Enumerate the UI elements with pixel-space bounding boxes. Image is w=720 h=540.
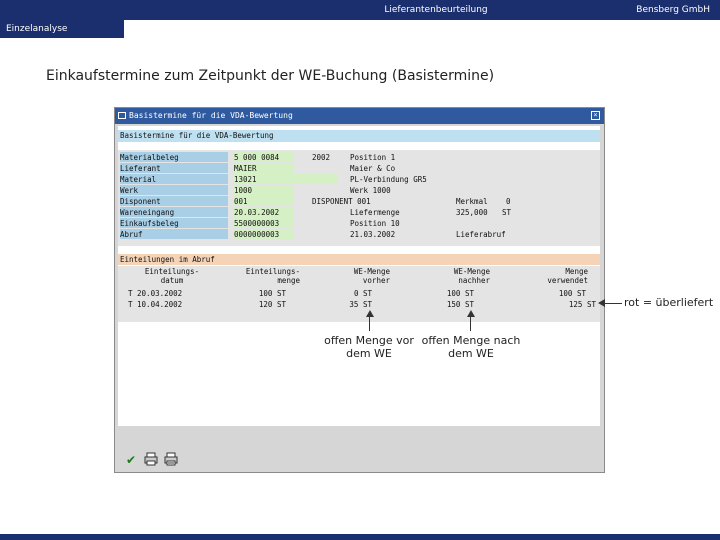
print-preview-icon[interactable]	[163, 452, 179, 468]
sap-toolbar: ✔	[118, 450, 600, 470]
field-label: Werk	[120, 185, 228, 195]
sap-window-titlebar: Basistermine für die VDA-Bewertung ×	[115, 108, 604, 124]
header-title: Lieferantenbeurteilung	[384, 5, 488, 15]
column-header: WE-Menge vorher	[353, 267, 390, 285]
field-extra: ST	[502, 208, 512, 217]
row-nachher: 150 ST	[446, 300, 474, 309]
field-label: Abruf	[120, 229, 228, 239]
sap-content: Basistermine für die VDA-Bewertung Mater…	[118, 126, 600, 426]
arrow-up-icon	[467, 310, 475, 317]
company-name: Bensberg GmbH	[636, 5, 710, 15]
field-extra: Merkmal	[456, 197, 488, 206]
field-row: Materialbeleg 5 000 0084 2002 Position 1	[118, 152, 600, 163]
field-row: Werk 1000 Werk 1000	[118, 185, 600, 196]
field-row: Material 13021 PL-Verbindung GR5	[118, 174, 600, 185]
section-title: Basistermine für die VDA-Bewertung	[118, 130, 600, 142]
field-extra: 0	[506, 197, 511, 206]
close-icon[interactable]: ×	[591, 111, 600, 120]
table-row[interactable]: T 10.04.2002 120 ST 35 ST 150 ST 125 ST	[118, 299, 600, 310]
field-row: Wareneingang 20.03.2002 Liefermenge 325,…	[118, 207, 600, 218]
field-label: Disponent	[120, 196, 228, 206]
field-value[interactable]: 5500000003	[234, 218, 294, 228]
row-datum: T 10.04.2002	[128, 300, 183, 309]
arrow-up-icon	[366, 310, 374, 317]
field-extra: Lieferabruf	[456, 230, 506, 239]
field-value[interactable]: 13021	[234, 174, 338, 184]
annotation-before: offen Menge vor dem WE	[324, 334, 414, 360]
field-extra: PL-Verbindung GR5	[350, 175, 427, 184]
field-label: Einkaufsbeleg	[120, 218, 228, 228]
annotation-after: offen Menge nach dem WE	[421, 334, 521, 360]
field-value[interactable]: MAIER	[234, 163, 294, 173]
field-label: Material	[120, 174, 228, 184]
field-extra: Werk 1000	[350, 186, 391, 195]
field-extra: DISPONENT 001	[312, 197, 371, 206]
field-label: Lieferant	[120, 163, 228, 173]
schedule-title: Einteilungen im Abruf	[118, 254, 600, 265]
sap-window: Basistermine für die VDA-Bewertung × Bas…	[114, 107, 605, 473]
field-extra: 21.03.2002	[350, 230, 396, 239]
column-header: Menge verwendet	[547, 267, 588, 285]
schedule-panel: Einteilungs- datum Einteilungs- menge WE…	[118, 266, 600, 322]
annotation-line	[470, 316, 471, 331]
row-menge: 100 ST	[258, 289, 286, 298]
column-header: Einteilungs- datum	[144, 267, 200, 285]
row-menge: 120 ST	[258, 300, 286, 309]
field-value[interactable]: 1000	[234, 185, 294, 195]
field-extra: Position 1	[350, 153, 396, 162]
field-extra: Liefermenge	[350, 208, 400, 217]
field-row: Einkaufsbeleg 5500000003 Position 10	[118, 218, 600, 229]
annotation-red: rot = überliefert	[624, 296, 714, 309]
annotation-line	[369, 316, 370, 331]
field-extra: 2002	[312, 153, 331, 162]
field-value[interactable]: 5 000 0084	[234, 152, 294, 162]
field-extra: Maier & Co	[350, 164, 396, 173]
footer-bar	[0, 534, 720, 540]
field-extra: Position 10	[350, 219, 400, 228]
print-icon[interactable]	[143, 452, 159, 468]
page-title: Einkaufstermine zum Zeitpunkt der WE-Buc…	[46, 68, 495, 84]
field-row: Disponent 001 DISPONENT 001 Merkmal 0	[118, 196, 600, 207]
column-header: Einteilungs- menge	[245, 267, 300, 285]
check-icon[interactable]: ✔	[123, 452, 139, 468]
field-row: Abruf 0000000003 21.03.2002 Lieferabruf	[118, 229, 600, 240]
field-label: Materialbeleg	[120, 152, 228, 162]
window-icon	[118, 112, 126, 119]
header-bar: Lieferantenbeurteilung Bensberg GmbH	[0, 0, 720, 20]
column-header: WE-Menge nachher	[453, 267, 490, 285]
field-extra: 325,000	[456, 208, 488, 217]
tab-einzelanalyse[interactable]: Einzelanalyse	[0, 20, 124, 38]
table-row[interactable]: T 20.03.2002 100 ST 0 ST 100 ST 100 ST	[118, 288, 600, 299]
field-row: Lieferant MAIER Maier & Co	[118, 163, 600, 174]
row-vorher: 35 ST	[349, 300, 372, 309]
field-value[interactable]: 20.03.2002	[234, 207, 294, 217]
row-verwendet-overdelivered: 125 ST	[568, 300, 596, 309]
field-panel: Materialbeleg 5 000 0084 2002 Position 1…	[118, 150, 600, 246]
field-value[interactable]: 001	[234, 196, 294, 206]
row-vorher: 0 ST	[353, 289, 372, 298]
field-value[interactable]: 0000000003	[234, 229, 294, 239]
row-verwendet: 100 ST	[558, 289, 586, 298]
annotation-line	[604, 303, 622, 304]
row-datum: T 20.03.2002	[128, 289, 183, 298]
row-nachher: 100 ST	[446, 289, 474, 298]
field-label: Wareneingang	[120, 207, 228, 217]
sap-window-title: Basistermine für die VDA-Bewertung	[129, 111, 293, 120]
